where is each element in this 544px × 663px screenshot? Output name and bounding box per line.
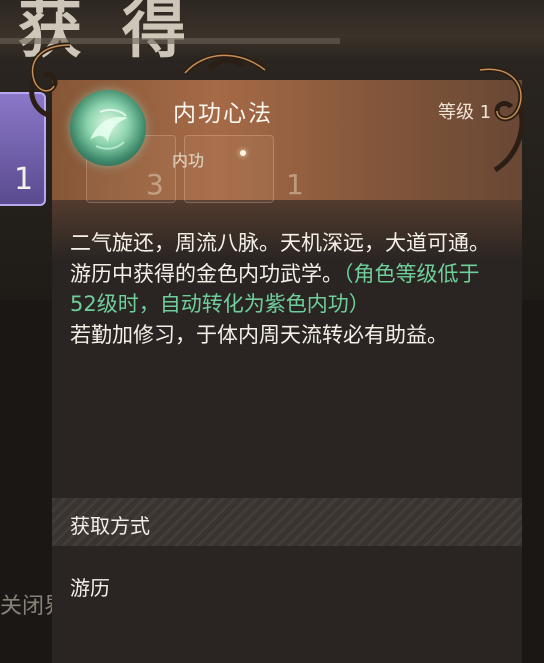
item-type: 内功	[172, 151, 205, 170]
acquire-title: 获取方式	[70, 514, 150, 538]
jade-swirl-icon	[70, 90, 146, 166]
acquire-source: 游历	[70, 576, 110, 600]
header-slot-count: 3	[146, 168, 164, 201]
item-name: 内功心法	[173, 101, 273, 127]
item-slot-count: 1	[14, 162, 34, 197]
header-slot-count: 1	[286, 168, 304, 201]
description-line: 游历中获得的金色内功武学。（角色等级低于52级时，自动转化为紫色内功）	[70, 259, 500, 320]
description-line: 二气旋还，周流八脉。天机深远，大道可通。	[70, 231, 490, 255]
item-description: 二气旋还，周流八脉。天机深远，大道可通。 游历中获得的金色内功武学。（角色等级低…	[70, 228, 500, 350]
top-ornament-icon	[183, 52, 267, 75]
description-line: 若勤加修习，于体内周天流转必有助益。	[70, 322, 448, 347]
description-main: 游历中获得的金色内功武学。	[70, 261, 343, 286]
item-level: 等级 1	[438, 102, 492, 123]
sparkle-icon	[240, 150, 246, 156]
